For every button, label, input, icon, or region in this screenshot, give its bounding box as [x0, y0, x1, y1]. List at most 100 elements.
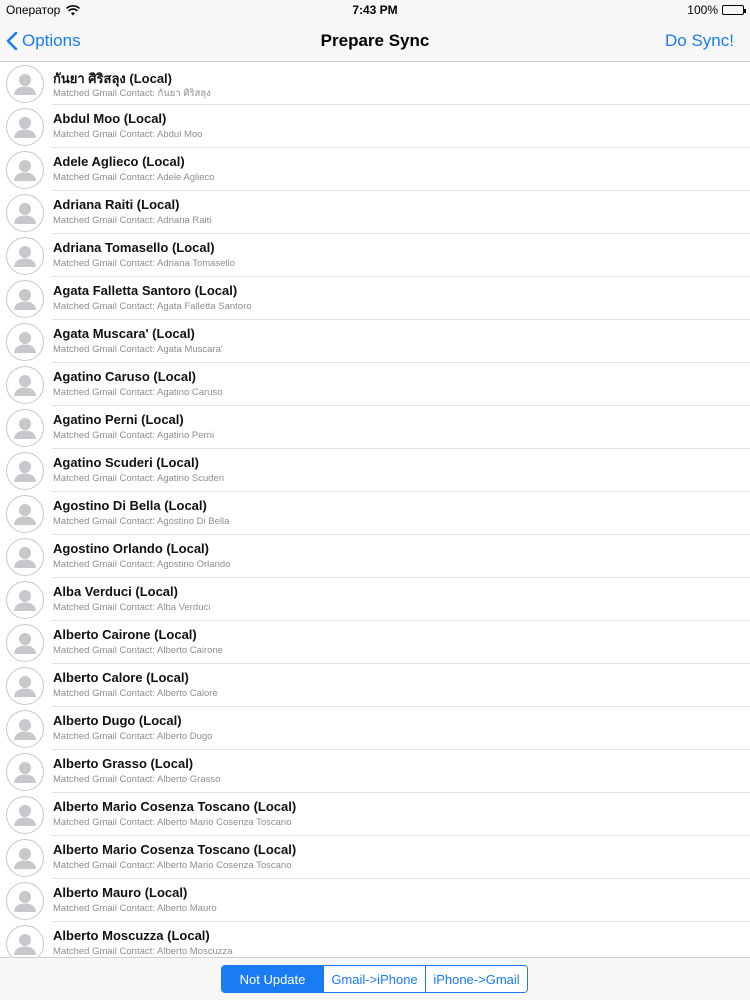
contact-row[interactable]: Adriana Raiti (Local) Matched Gmail Cont…	[0, 191, 750, 234]
page-title: Prepare Sync	[320, 31, 430, 50]
contact-match: Matched Gmail Contact: Alberto Dugo	[53, 731, 213, 742]
contact-row[interactable]: Agata Falletta Santoro (Local) Matched G…	[0, 277, 750, 320]
avatar	[6, 65, 44, 103]
contact-name: Alberto Dugo (Local)	[53, 713, 182, 728]
contact-name: Agostino Di Bella (Local)	[53, 498, 207, 513]
person-icon	[14, 332, 36, 353]
segment-iphone-to-gmail[interactable]: iPhone->Gmail	[425, 966, 527, 992]
avatar	[6, 323, 44, 361]
back-button[interactable]: Options	[6, 20, 81, 62]
contact-row[interactable]: Agatino Caruso (Local) Matched Gmail Con…	[0, 363, 750, 406]
person-icon	[14, 375, 36, 396]
avatar	[6, 409, 44, 447]
contact-name: Alberto Mario Cosenza Toscano (Local)	[53, 842, 297, 857]
person-icon	[14, 719, 36, 740]
avatar	[6, 839, 44, 877]
person-icon	[14, 934, 36, 955]
contact-match: Matched Gmail Contact: Agostino Di Bella	[53, 516, 230, 527]
contact-match: Matched Gmail Contact: Agata Falletta Sa…	[53, 301, 252, 312]
contact-name: Agatino Caruso (Local)	[53, 369, 197, 384]
person-icon	[14, 676, 36, 697]
contact-row[interactable]: Alba Verduci (Local) Matched Gmail Conta…	[0, 578, 750, 621]
back-button-label: Options	[22, 31, 81, 50]
contact-row[interactable]: Alberto Mario Cosenza Toscano (Local) Ma…	[0, 793, 750, 836]
contact-name: Adele Aglieco (Local)	[53, 154, 185, 169]
battery-icon	[722, 5, 746, 15]
do-sync-button[interactable]: Do Sync!	[665, 20, 734, 62]
contact-row[interactable]: Alberto Cairone (Local) Matched Gmail Co…	[0, 621, 750, 664]
avatar	[6, 925, 44, 957]
navigation-bar: Options Prepare Sync Do Sync!	[0, 20, 750, 62]
contact-name: Abdul Moo (Local)	[53, 111, 167, 126]
contact-row[interactable]: Alberto Grasso (Local) Matched Gmail Con…	[0, 750, 750, 793]
contact-match: Matched Gmail Contact: Agostino Orlando	[53, 559, 231, 570]
avatar	[6, 237, 44, 275]
contact-match: Matched Gmail Contact: Alberto Mauro	[53, 903, 217, 914]
contact-match: Matched Gmail Contact: Alberto Mario Cos…	[53, 817, 292, 828]
contact-name: Agata Muscara' (Local)	[53, 326, 195, 341]
contact-row[interactable]: Adele Aglieco (Local) Matched Gmail Cont…	[0, 148, 750, 191]
contact-row[interactable]: Agata Muscara' (Local) Matched Gmail Con…	[0, 320, 750, 363]
bottom-toolbar: Not Update Gmail->iPhone iPhone->Gmail	[0, 957, 750, 1000]
contact-name: Alberto Moscuzza (Local)	[53, 928, 210, 943]
battery-percent: 100%	[687, 3, 718, 17]
person-icon	[14, 891, 36, 912]
avatar	[6, 624, 44, 662]
contact-row[interactable]: Alberto Moscuzza (Local) Matched Gmail C…	[0, 922, 750, 957]
person-icon	[14, 246, 36, 267]
contact-list[interactable]: กันยา ศิริสลุง (Local) Matched Gmail Con…	[0, 62, 750, 957]
segment-not-update[interactable]: Not Update	[222, 966, 323, 992]
sync-mode-segmented-control[interactable]: Not Update Gmail->iPhone iPhone->Gmail	[221, 965, 528, 993]
avatar	[6, 882, 44, 920]
chevron-left-icon	[6, 31, 18, 51]
contact-match: Matched Gmail Contact: Adele Aglieco	[53, 172, 215, 183]
contact-name: Adriana Tomasello (Local)	[53, 240, 215, 255]
person-icon	[14, 547, 36, 568]
contact-row[interactable]: Alberto Dugo (Local) Matched Gmail Conta…	[0, 707, 750, 750]
contact-row[interactable]: Alberto Mauro (Local) Matched Gmail Cont…	[0, 879, 750, 922]
contact-name: Adriana Raiti (Local)	[53, 197, 180, 212]
avatar	[6, 194, 44, 232]
contact-name: Alberto Mario Cosenza Toscano (Local)	[53, 799, 297, 814]
contact-match: Matched Gmail Contact: Alberto Mario Cos…	[53, 860, 292, 871]
contact-name: Alberto Grasso (Local)	[53, 756, 194, 771]
avatar	[6, 710, 44, 748]
contact-row[interactable]: Agostino Di Bella (Local) Matched Gmail …	[0, 492, 750, 535]
person-icon	[14, 117, 36, 138]
avatar	[6, 753, 44, 791]
avatar	[6, 581, 44, 619]
status-time: 7:43 PM	[352, 3, 398, 17]
contact-match: Matched Gmail Contact: Alberto Grasso	[53, 774, 221, 785]
avatar	[6, 796, 44, 834]
contact-match: Matched Gmail Contact: Abdul Moo	[53, 129, 203, 140]
person-icon	[14, 74, 36, 95]
segment-gmail-to-iphone[interactable]: Gmail->iPhone	[323, 966, 425, 992]
contact-row[interactable]: Abdul Moo (Local) Matched Gmail Contact:…	[0, 105, 750, 148]
person-icon	[14, 633, 36, 654]
person-icon	[14, 848, 36, 869]
contact-row[interactable]: Alberto Mario Cosenza Toscano (Local) Ma…	[0, 836, 750, 879]
contact-name: Alberto Mauro (Local)	[53, 885, 188, 900]
contact-match: Matched Gmail Contact: Alberto Cairone	[53, 645, 224, 656]
person-icon	[14, 160, 36, 181]
person-icon	[14, 461, 36, 482]
contact-row[interactable]: Agostino Orlando (Local) Matched Gmail C…	[0, 535, 750, 578]
contact-name: Alberto Calore (Local)	[53, 670, 189, 685]
contact-row[interactable]: Agatino Perni (Local) Matched Gmail Cont…	[0, 406, 750, 449]
person-icon	[14, 418, 36, 439]
avatar	[6, 108, 44, 146]
contact-row[interactable]: Agatino Scuderi (Local) Matched Gmail Co…	[0, 449, 750, 492]
contact-row[interactable]: Alberto Calore (Local) Matched Gmail Con…	[0, 664, 750, 707]
contact-match: Matched Gmail Contact: Alberto Calore	[53, 688, 218, 699]
contact-name: Agata Falletta Santoro (Local)	[53, 283, 238, 298]
contact-match: Matched Gmail Contact: Agatino Scuderi	[53, 473, 225, 484]
contact-row[interactable]: กันยา ศิริสลุง (Local) Matched Gmail Con…	[0, 62, 750, 105]
contact-match: Matched Gmail Contact: Agatino Caruso	[53, 387, 223, 398]
contact-name: Agatino Scuderi (Local)	[53, 455, 199, 470]
person-icon	[14, 504, 36, 525]
contact-row[interactable]: Adriana Tomasello (Local) Matched Gmail …	[0, 234, 750, 277]
status-bar: Оператор 7:43 PM 100%	[0, 0, 750, 20]
person-icon	[14, 289, 36, 310]
avatar	[6, 452, 44, 490]
avatar	[6, 280, 44, 318]
